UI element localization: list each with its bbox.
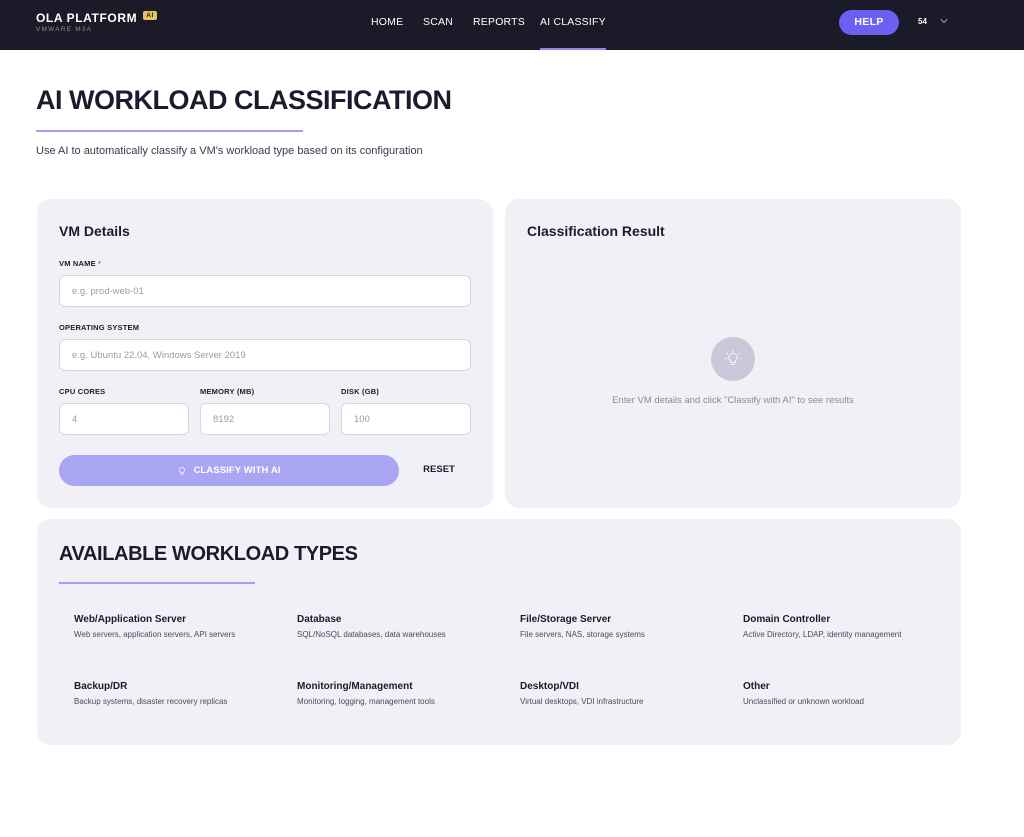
nav-home[interactable]: HOME <box>371 0 403 50</box>
workload-type-item: Monitoring/Management Monitoring, loggin… <box>297 681 497 706</box>
chevron-down-icon <box>940 18 948 24</box>
workload-type-name: Database <box>297 614 342 625</box>
required-marker: * <box>97 259 101 268</box>
page-title: AI WORKLOAD CLASSIFICATION <box>36 85 452 115</box>
vm-name-label: VM NAME * <box>59 259 101 268</box>
user-initials: 54 <box>918 16 927 26</box>
classify-button-label: CLASSIFY WITH AI <box>193 465 281 476</box>
reset-button[interactable]: RESET <box>411 458 467 482</box>
workload-type-desc: Virtual desktops, VDI infrastructure <box>520 697 644 706</box>
os-input[interactable] <box>59 339 471 371</box>
workload-type-desc: Backup systems, disaster recovery replic… <box>74 697 228 706</box>
classify-with-ai-button[interactable]: CLASSIFY WITH AI <box>59 455 399 486</box>
brand-ai-badge: AI <box>143 10 157 20</box>
cpu-label: CPU CORES <box>59 387 106 396</box>
workload-type-name: File/Storage Server <box>520 614 612 625</box>
result-title: Classification Result <box>527 223 665 239</box>
workload-type-item: Other Unclassified or unknown workload <box>743 681 943 706</box>
workload-type-name: Desktop/VDI <box>520 681 579 692</box>
title-underline <box>36 130 303 132</box>
workload-type-item: Web/Application Server Web servers, appl… <box>74 614 274 639</box>
vm-details-title: VM Details <box>59 223 130 239</box>
workload-type-desc: File servers, NAS, storage systems <box>520 630 645 639</box>
brand-name: OLA PLATFORM <box>36 11 138 25</box>
workload-type-name: Monitoring/Management <box>297 681 413 692</box>
nav-reports[interactable]: REPORTS <box>473 0 525 50</box>
brand-subtitle: VMWARE M3A <box>36 26 93 33</box>
vm-name-input[interactable] <box>59 275 471 307</box>
memory-label: MEMORY (MB) <box>200 387 255 396</box>
disk-input[interactable] <box>341 403 471 435</box>
workload-type-item: Backup/DR Backup systems, disaster recov… <box>74 681 274 706</box>
workload-type-desc: Unclassified or unknown workload <box>743 697 864 706</box>
user-menu[interactable]: 54 <box>918 15 950 27</box>
workload-type-name: Web/Application Server <box>74 614 187 625</box>
page-description: Use AI to automatically classify a VM's … <box>36 145 423 157</box>
result-placeholder-icon <box>711 337 755 381</box>
workload-type-name: Domain Controller <box>743 614 831 625</box>
disk-label: DISK (GB) <box>341 387 380 396</box>
lightbulb-icon <box>179 466 186 474</box>
top-navigation-bar: OLA PLATFORM AI VMWARE M3A HOME SCAN REP… <box>0 0 1024 50</box>
help-button[interactable]: HELP <box>839 10 899 35</box>
workload-type-desc: SQL/NoSQL databases, data warehouses <box>297 630 446 639</box>
lightbulb-icon <box>724 350 742 366</box>
workload-type-desc: Web servers, application servers, API se… <box>74 630 236 639</box>
workload-type-item: File/Storage Server File servers, NAS, s… <box>520 614 720 639</box>
nav-ai-classify[interactable]: AI CLASSIFY <box>540 0 606 50</box>
workload-types-title: AVAILABLE WORKLOAD TYPES <box>59 543 358 565</box>
result-empty-message: Enter VM details and click "Classify wit… <box>612 395 854 406</box>
os-label: OPERATING SYSTEM <box>59 323 140 332</box>
memory-input[interactable] <box>200 403 330 435</box>
nav-scan[interactable]: SCAN <box>423 0 453 50</box>
vm-name-label-text: VM NAME <box>59 259 96 268</box>
brand-logo[interactable]: OLA PLATFORM AI VMWARE M3A <box>36 10 157 33</box>
workload-type-item: Desktop/VDI Virtual desktops, VDI infras… <box>520 681 720 706</box>
workload-type-desc: Active Directory, LDAP, identity managem… <box>743 630 902 639</box>
workload-type-name: Other <box>743 681 770 692</box>
workload-type-item: Database SQL/NoSQL databases, data wareh… <box>297 614 497 639</box>
workload-types-underline <box>59 582 255 584</box>
workload-type-item: Domain Controller Active Directory, LDAP… <box>743 614 943 639</box>
workload-type-desc: Monitoring, logging, management tools <box>297 697 435 706</box>
brand-name-row: OLA PLATFORM AI <box>36 10 157 25</box>
cpu-cores-input[interactable] <box>59 403 189 435</box>
workload-type-name: Backup/DR <box>74 681 128 692</box>
